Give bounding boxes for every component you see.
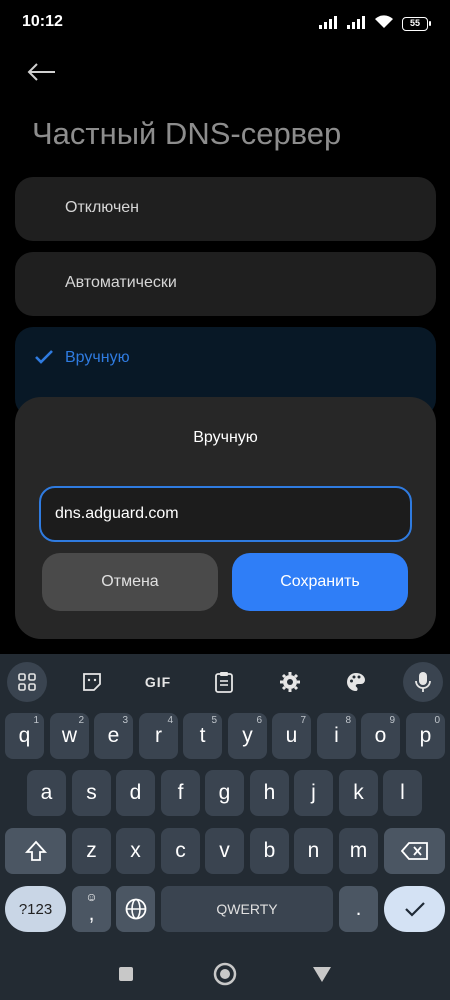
key-a[interactable]: a <box>27 770 66 816</box>
key-p[interactable]: p0 <box>406 713 445 759</box>
clipboard-icon <box>215 672 233 693</box>
shift-icon <box>24 840 47 861</box>
globe-icon <box>125 898 146 920</box>
back-button[interactable] <box>26 54 66 90</box>
key-f[interactable]: f <box>161 770 200 816</box>
option-disabled[interactable]: Отключен <box>15 177 436 241</box>
arrow-left-icon <box>27 63 55 81</box>
gif-button[interactable]: GIF <box>138 662 178 702</box>
sticker-icon <box>83 673 101 691</box>
dialog-title: Вручную <box>193 429 258 446</box>
key-k[interactable]: k <box>339 770 378 816</box>
check-icon <box>34 349 54 370</box>
check-icon <box>404 902 425 917</box>
key-t[interactable]: t5 <box>183 713 222 759</box>
key-z[interactable]: z <box>72 828 111 874</box>
page-title: Частный DNS-сервер <box>32 116 342 151</box>
option-label: Вручную <box>65 349 130 366</box>
key-u[interactable]: u7 <box>272 713 311 759</box>
emoji-icon: ☺ <box>85 890 98 904</box>
battery-icon: 55 <box>402 17 431 31</box>
square-icon <box>119 967 133 981</box>
option-automatic[interactable]: Автоматически <box>15 252 436 316</box>
key-l[interactable]: l <box>383 770 422 816</box>
key-o[interactable]: o9 <box>361 713 400 759</box>
key-q[interactable]: q1 <box>5 713 44 759</box>
backspace-key[interactable] <box>384 828 445 874</box>
wifi-icon <box>374 14 394 34</box>
option-label: Отключен <box>65 199 140 216</box>
key-j[interactable]: j <box>294 770 333 816</box>
home-button[interactable] <box>213 962 237 986</box>
key-v[interactable]: v <box>205 828 244 874</box>
option-label: Автоматически <box>65 274 177 291</box>
comma-key[interactable]: ☺ , <box>72 886 111 932</box>
key-i[interactable]: i8 <box>317 713 356 759</box>
key-e[interactable]: e3 <box>94 713 133 759</box>
key-g[interactable]: g <box>205 770 244 816</box>
palette-icon <box>347 673 365 691</box>
cancel-button[interactable]: Отмена <box>42 553 218 611</box>
key-b[interactable]: b <box>250 828 289 874</box>
triangle-icon <box>313 967 331 982</box>
microphone-icon <box>415 672 431 692</box>
sticker-button[interactable] <box>72 662 112 702</box>
signal-icon <box>318 15 338 34</box>
circle-icon <box>213 962 237 986</box>
symbols-key[interactable]: ?123 <box>5 886 66 932</box>
key-s[interactable]: s <box>72 770 111 816</box>
dns-hostname-input[interactable] <box>39 486 412 542</box>
language-key[interactable] <box>116 886 155 932</box>
status-icons: 55 <box>318 14 431 34</box>
backspace-icon <box>400 842 428 860</box>
key-r[interactable]: r4 <box>139 713 178 759</box>
back-nav-button[interactable] <box>310 962 334 986</box>
enter-key[interactable] <box>384 886 445 932</box>
apps-grid-button[interactable] <box>7 662 47 702</box>
key-d[interactable]: d <box>116 770 155 816</box>
key-w[interactable]: w2 <box>50 713 89 759</box>
clipboard-button[interactable] <box>204 662 244 702</box>
voice-input-button[interactable] <box>403 662 443 702</box>
gif-label: GIF <box>144 674 172 690</box>
period-key[interactable]: . <box>339 886 378 932</box>
key-h[interactable]: h <box>250 770 289 816</box>
keyboard: GIF q1 w2 e3 r4 t5 y6 u7 i8 o9 p0 a s d … <box>0 654 450 944</box>
key-m[interactable]: m <box>339 828 378 874</box>
recents-button[interactable] <box>114 962 138 986</box>
signal-icon-2 <box>346 15 366 34</box>
grid-icon <box>18 673 36 691</box>
status-time: 10:12 <box>22 13 63 30</box>
settings-button[interactable] <box>270 662 310 702</box>
theme-button[interactable] <box>336 662 376 702</box>
key-y[interactable]: y6 <box>228 713 267 759</box>
status-bar: 10:12 55 <box>0 0 450 44</box>
gear-icon <box>280 672 300 692</box>
save-button[interactable]: Сохранить <box>232 553 408 611</box>
key-x[interactable]: x <box>116 828 155 874</box>
key-n[interactable]: n <box>294 828 333 874</box>
shift-key[interactable] <box>5 828 66 874</box>
navigation-bar <box>0 944 450 1000</box>
space-key[interactable]: QWERTY <box>161 886 333 932</box>
key-c[interactable]: c <box>161 828 200 874</box>
manual-dns-dialog: Вручную Отмена Сохранить <box>15 397 436 639</box>
